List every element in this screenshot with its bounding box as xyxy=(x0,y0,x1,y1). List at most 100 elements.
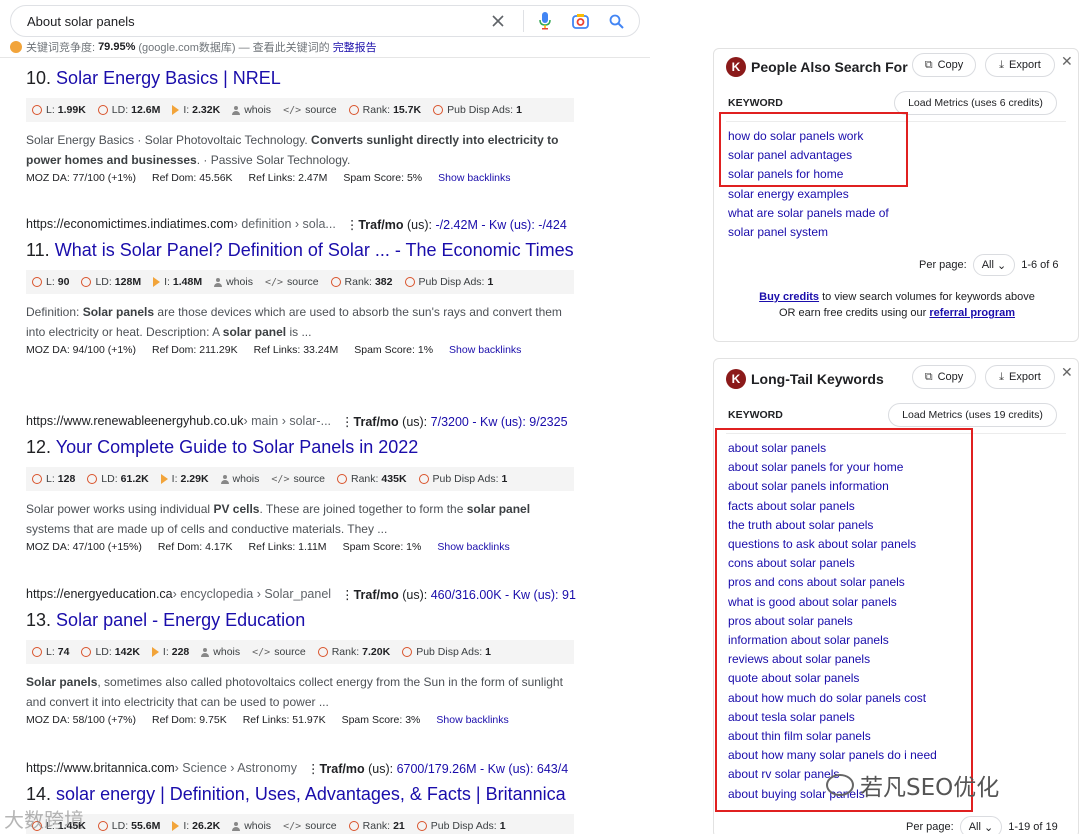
full-report-link[interactable]: 完整报告 xyxy=(333,39,377,55)
metric-l[interactable]: L: 128 xyxy=(32,473,75,485)
search-box[interactable]: About solar panels xyxy=(10,5,640,37)
metric-ads[interactable]: Pub Disp Ads: 1 xyxy=(418,473,507,485)
result-url[interactable]: https://energyeducation.ca › encyclopedi… xyxy=(26,585,576,603)
metric-ld[interactable]: LD: 128M xyxy=(81,276,141,288)
whois-label: whois xyxy=(232,473,260,485)
source-link[interactable]: </> source xyxy=(265,276,319,288)
metric-ads[interactable]: Pub Disp Ads: 1 xyxy=(416,820,506,832)
per-page-select[interactable]: All ⌄ xyxy=(972,254,1016,276)
metric-ld[interactable]: LD: 12.6M xyxy=(97,104,161,116)
metric-rank[interactable]: Rank: 435K xyxy=(336,473,407,485)
load-metrics-button[interactable]: Load Metrics (uses 19 credits) xyxy=(888,403,1057,427)
metric-ads[interactable]: Pub Disp Ads: 1 xyxy=(404,276,494,288)
metric-label: Pub Disp Ads: xyxy=(416,646,483,658)
metric-label: I: xyxy=(164,276,170,288)
show-backlinks-link[interactable]: Show backlinks xyxy=(436,714,508,726)
result-url[interactable]: https://www.britannica.com › Science › A… xyxy=(26,759,576,777)
bing-icon xyxy=(160,474,168,484)
close-icon[interactable]: ✕ xyxy=(1061,53,1073,70)
metric-value: 382 xyxy=(374,276,393,288)
metric-i[interactable]: I: 1.48M xyxy=(153,276,202,288)
metric-ld[interactable]: LD: 142K xyxy=(81,646,140,658)
metric-label: L: xyxy=(46,646,55,658)
metric-rank[interactable]: Rank: 21 xyxy=(348,820,405,832)
result-url[interactable]: https://economictimes.indiatimes.com › d… xyxy=(26,215,576,233)
metric-l[interactable]: L: 74 xyxy=(32,646,69,658)
result-title-text[interactable]: solar energy | Definition, Uses, Advanta… xyxy=(56,784,566,804)
result-title[interactable]: 11. What is Solar Panel? Definition of S… xyxy=(26,238,576,262)
metric-ld[interactable]: LD: 61.2K xyxy=(87,473,149,485)
result-item: 10. Solar Energy Basics | NREL L: 1.99K L… xyxy=(26,66,576,184)
metric-rank[interactable]: Rank: 15.7K xyxy=(348,104,421,116)
source-link[interactable]: </> source xyxy=(252,646,306,658)
metrics-bar: L: 1.99K LD: 12.6M I: 2.32K whois </> source… xyxy=(26,98,574,122)
whois-label: whois xyxy=(226,276,253,288)
download-icon: ⤓ xyxy=(999,58,1005,71)
metric-label: Rank: xyxy=(331,646,360,658)
whois-link[interactable]: whois xyxy=(232,820,271,832)
show-backlinks-link[interactable]: Show backlinks xyxy=(438,172,510,184)
metric-ads[interactable]: Pub Disp Ads: 1 xyxy=(402,646,491,658)
metric-value: 12.6M xyxy=(131,104,161,116)
metric-i[interactable]: I: 2.29K xyxy=(160,473,209,485)
metric-i[interactable]: I: 228 xyxy=(151,646,189,658)
show-backlinks-link[interactable]: Show backlinks xyxy=(437,541,509,553)
keyword-item[interactable]: solar panel system xyxy=(728,223,889,242)
per-page-select[interactable]: All ⌄ xyxy=(959,816,1003,834)
export-button[interactable]: ⤓ Export xyxy=(985,365,1055,389)
moz-refdom: Ref Dom: 45.56K xyxy=(152,172,233,184)
search-icon[interactable] xyxy=(605,10,627,32)
source-link[interactable]: </> source xyxy=(283,820,337,832)
result-title-text[interactable]: What is Solar Panel? Definition of Solar… xyxy=(55,240,574,260)
metric-l[interactable]: L: 1.99K xyxy=(32,104,86,116)
result-title[interactable]: 14. solar energy | Definition, Uses, Adv… xyxy=(26,782,576,806)
whois-link[interactable]: whois xyxy=(201,646,240,658)
person-icon xyxy=(232,821,241,831)
result-title-text[interactable]: Solar Energy Basics | NREL xyxy=(56,68,281,88)
metric-ads[interactable]: Pub Disp Ads: 1 xyxy=(433,104,522,116)
metric-rank[interactable]: Rank: 382 xyxy=(330,276,393,288)
whois-link[interactable]: whois xyxy=(220,473,260,485)
traf-value: 7/3200 - Kw (us): 9/2325 xyxy=(430,414,568,429)
traffic-info: ⋮Traf/mo (us): 6700/179.26M - Kw (us): 6… xyxy=(306,761,569,776)
export-button[interactable]: ⤓ Export xyxy=(985,53,1055,77)
metric-value: 1 xyxy=(487,276,494,288)
clear-icon[interactable] xyxy=(487,10,509,32)
search-input[interactable]: About solar panels xyxy=(27,14,473,29)
keyword-item[interactable]: solar energy examples xyxy=(728,185,889,204)
result-title[interactable]: 12. Your Complete Guide to Solar Panels … xyxy=(26,435,576,459)
metric-i[interactable]: I: 2.32K xyxy=(172,104,220,116)
metric-ld[interactable]: LD: 55.6M xyxy=(97,820,160,832)
camera-icon[interactable] xyxy=(569,10,591,32)
metric-l[interactable]: L: 90 xyxy=(32,276,69,288)
metric-i[interactable]: I: 26.2K xyxy=(172,820,220,832)
copy-button[interactable]: ⧉ Copy xyxy=(912,365,976,389)
circle-icon xyxy=(81,277,92,287)
show-backlinks-link[interactable]: Show backlinks xyxy=(449,344,521,356)
copy-button[interactable]: ⧉ Copy xyxy=(912,53,976,77)
whois-link[interactable]: whois xyxy=(232,104,271,116)
referral-program-link[interactable]: referral program xyxy=(929,307,1015,319)
code-icon: </> xyxy=(264,276,284,288)
metric-value: 128M xyxy=(114,276,142,288)
source-link[interactable]: </> source xyxy=(271,473,325,485)
whois-link[interactable]: whois xyxy=(214,276,253,288)
result-snippet: Solar panels, sometimes also called phot… xyxy=(26,675,563,709)
result-title-text[interactable]: Solar panel - Energy Education xyxy=(56,610,305,630)
microphone-icon[interactable] xyxy=(523,10,555,32)
source-link[interactable]: </> source xyxy=(283,104,337,116)
result-title[interactable]: 10. Solar Energy Basics | NREL xyxy=(26,66,576,90)
keyword-column-header: KEYWORD xyxy=(728,409,783,421)
metric-label: I: xyxy=(171,473,178,485)
close-icon[interactable]: ✕ xyxy=(1061,364,1073,381)
buy-credits-link[interactable]: Buy credits xyxy=(759,291,819,303)
metric-rank[interactable]: Rank: 7.20K xyxy=(317,646,390,658)
traf-value: 6700/179.26M - Kw (us): 643/4 xyxy=(396,761,569,776)
result-url[interactable]: https://www.renewableenergyhub.co.uk › m… xyxy=(26,412,576,430)
load-metrics-button[interactable]: Load Metrics (uses 6 credits) xyxy=(894,91,1057,115)
watermark-left: 大数跨境 xyxy=(4,808,84,832)
keyword-item[interactable]: what are solar panels made of xyxy=(728,204,889,223)
result-title[interactable]: 13. Solar panel - Energy Education xyxy=(26,608,576,632)
result-title-text[interactable]: Your Complete Guide to Solar Panels in 2… xyxy=(56,437,419,457)
circle-icon xyxy=(416,821,427,831)
